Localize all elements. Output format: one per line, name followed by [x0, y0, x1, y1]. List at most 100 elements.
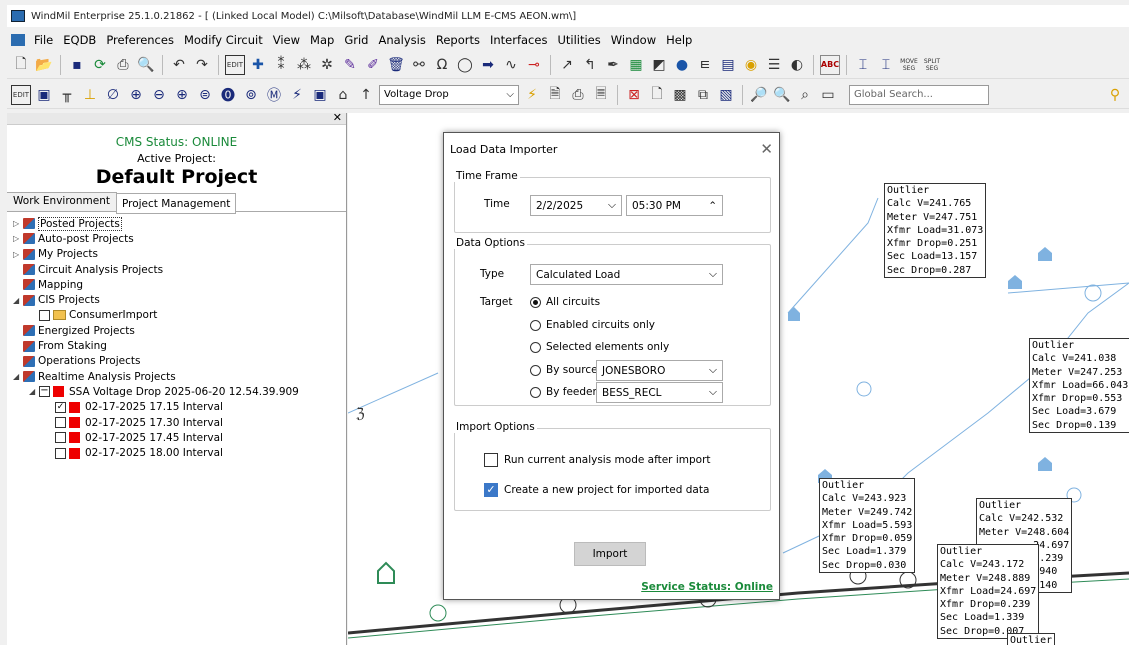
undo-icon[interactable]: ↶ — [169, 55, 189, 75]
underground-line-icon[interactable]: ⊥ — [80, 85, 100, 105]
edit-element-icon[interactable]: EDIT — [11, 84, 31, 105]
overcurrent-device-icon[interactable]: ⊖ — [149, 85, 169, 105]
zoom-extents-icon[interactable]: ⌕ — [795, 85, 815, 105]
tree-item[interactable]: ▷ Auto-post Projects — [9, 231, 346, 246]
circle-icon[interactable]: ◯ — [455, 55, 475, 75]
print-icon[interactable]: ⎙ — [113, 55, 133, 75]
tree-item[interactable]: Mapping — [9, 277, 346, 292]
refresh-icon[interactable]: ⟳ — [90, 55, 110, 75]
open-folder-icon[interactable]: 📂 — [34, 55, 54, 75]
transformer-icon[interactable]: ⊜ — [195, 85, 215, 105]
type-select[interactable]: Calculated Load ⌵ — [530, 264, 723, 285]
menu-preferences[interactable]: Preferences — [101, 33, 179, 47]
tree-item[interactable]: ✓ 02-17-2025 17.15 Interval — [9, 400, 346, 415]
menu-interfaces[interactable]: Interfaces — [485, 33, 552, 47]
substation-icon[interactable]: ▣ — [34, 85, 54, 105]
pin-icon[interactable]: ✎ — [340, 55, 360, 75]
radio-by-feeder[interactable]: By feeder — [530, 386, 597, 398]
split-seg-icon[interactable]: SPLIT SEG — [922, 55, 942, 75]
window-icon[interactable]: ▭ — [818, 85, 838, 105]
radio-all-circuits[interactable]: All circuits — [530, 296, 600, 308]
image-icon[interactable]: ▧ — [716, 85, 736, 105]
menu-modify-circuit[interactable]: Modify Circuit — [179, 33, 268, 47]
radio-enabled-circuits[interactable]: Enabled circuits only — [530, 319, 655, 331]
expand-icon[interactable]: ◢ — [13, 296, 23, 305]
generator-icon[interactable]: ⚡ — [287, 85, 307, 105]
new-file-icon[interactable]: 🗋 — [11, 55, 31, 75]
trace-icon[interactable]: ⚯ — [409, 55, 429, 75]
tree-item[interactable]: ▷ Posted Projects — [9, 216, 346, 231]
consumer-icon[interactable]: ▣ — [310, 85, 330, 105]
pipette-icon[interactable]: ✒ — [603, 55, 623, 75]
close-icon[interactable]: ✕ — [333, 111, 342, 124]
move-seg-icon[interactable]: MOVE SEG — [899, 55, 919, 75]
move-seg-tree-icon[interactable]: ⌶ — [853, 55, 873, 75]
search-go-icon[interactable]: ⚲ — [1105, 85, 1125, 105]
collapse-icon[interactable]: − — [39, 386, 50, 398]
line-red-icon[interactable]: ⊸ — [524, 55, 544, 75]
map-layer-icon[interactable]: ▩ — [670, 85, 690, 105]
expand-icon[interactable]: ◢ — [29, 387, 39, 396]
arrow-right-icon[interactable]: ➡ — [478, 55, 498, 75]
document-icon[interactable]: 🗏 — [591, 85, 611, 105]
tree-item[interactable]: Energized Projects — [9, 323, 346, 338]
analysis-mode-select[interactable]: Voltage Drop ⌵ — [379, 84, 519, 105]
house-icon[interactable]: ⌂ — [333, 85, 353, 105]
connect-icon[interactable]: ⁂ — [294, 55, 314, 75]
menu-window[interactable]: Window — [606, 33, 661, 47]
menu-help[interactable]: Help — [661, 33, 697, 47]
service-status-link[interactable]: Service Status: Online — [641, 581, 773, 593]
tree-icon[interactable]: ㅌ — [695, 55, 715, 75]
blank-page-icon[interactable]: 🗋 — [647, 85, 667, 105]
spellcheck-icon[interactable]: ABC — [820, 54, 840, 75]
globe-icon[interactable]: ● — [672, 55, 692, 75]
radio-by-source[interactable]: By source — [530, 364, 598, 376]
print-report-icon[interactable]: ⎙ — [568, 85, 588, 105]
layer-icon[interactable]: ◩ — [649, 55, 669, 75]
clear-results-icon[interactable]: ⊠ — [624, 85, 644, 105]
expand-icon[interactable]: ▷ — [13, 250, 23, 259]
tree-item[interactable]: ◢ CIS Projects — [9, 292, 346, 307]
motor-icon[interactable]: ⊚ — [241, 85, 261, 105]
checkbox-icon[interactable] — [39, 309, 50, 321]
regulator-icon[interactable]: ⊕ — [172, 85, 192, 105]
menu-eqdb[interactable]: EQDB — [58, 33, 101, 47]
tree-item[interactable]: 02-17-2025 17.30 Interval — [9, 415, 346, 430]
expand-icon[interactable]: ▷ — [13, 234, 23, 243]
edit-mode-icon[interactable]: EDIT — [225, 54, 245, 75]
line-tool-icon[interactable]: ∿ — [501, 55, 521, 75]
capacitor-icon[interactable]: ∅ — [103, 85, 123, 105]
redo-icon[interactable]: ↷ — [192, 55, 212, 75]
copy-icon[interactable]: ⧉ — [693, 85, 713, 105]
add-node-icon[interactable]: ⁑ — [271, 55, 291, 75]
grid-icon[interactable]: ▦ — [626, 55, 646, 75]
disconnect-icon[interactable]: ✲ — [317, 55, 337, 75]
menu-reports[interactable]: Reports — [431, 33, 485, 47]
expand-icon[interactable]: ◢ — [13, 372, 23, 381]
tree-item[interactable]: ConsumerImport — [9, 308, 346, 323]
zoom-in-icon[interactable]: 🔎 — [749, 85, 769, 105]
tree-item[interactable]: 02-17-2025 17.45 Interval — [9, 430, 346, 445]
run-analysis-icon[interactable]: ⚡ — [522, 85, 542, 105]
palette-icon[interactable]: ◐ — [787, 55, 807, 75]
tab-project-management[interactable]: Project Management — [115, 193, 237, 214]
tree-item[interactable]: ◢ − SSA Voltage Drop 2025-06-20 12.54.39.9… — [9, 384, 346, 399]
menu-view[interactable]: View — [268, 33, 305, 47]
run-analysis-checkbox[interactable]: Run current analysis mode after import — [484, 453, 711, 467]
close-icon[interactable]: ✕ — [760, 140, 773, 158]
tab-work-environment[interactable]: Work Environment — [7, 192, 117, 211]
spinner-icon[interactable]: ⌃ — [708, 200, 717, 212]
measure-icon[interactable]: ↗ — [557, 55, 577, 75]
expand-icon[interactable]: ▷ — [13, 219, 23, 228]
zoom-out-icon[interactable]: 🔍 — [772, 85, 792, 105]
checkbox-icon[interactable] — [55, 447, 66, 459]
radio-selected-elements[interactable]: Selected elements only — [530, 341, 669, 353]
tree-item[interactable]: From Staking — [9, 338, 346, 353]
feeder-select[interactable]: BESS_RECL ⌵ — [596, 382, 723, 403]
split-seg-tree-icon[interactable]: ⌶ — [876, 55, 896, 75]
tree-item[interactable]: ▷ My Projects — [9, 247, 346, 262]
tree-item[interactable]: Circuit Analysis Projects — [9, 262, 346, 277]
node-icon[interactable]: ⓿ — [218, 85, 238, 105]
tie-icon[interactable]: ↑ — [356, 85, 376, 105]
report-icon[interactable]: 🗎 — [545, 85, 565, 105]
